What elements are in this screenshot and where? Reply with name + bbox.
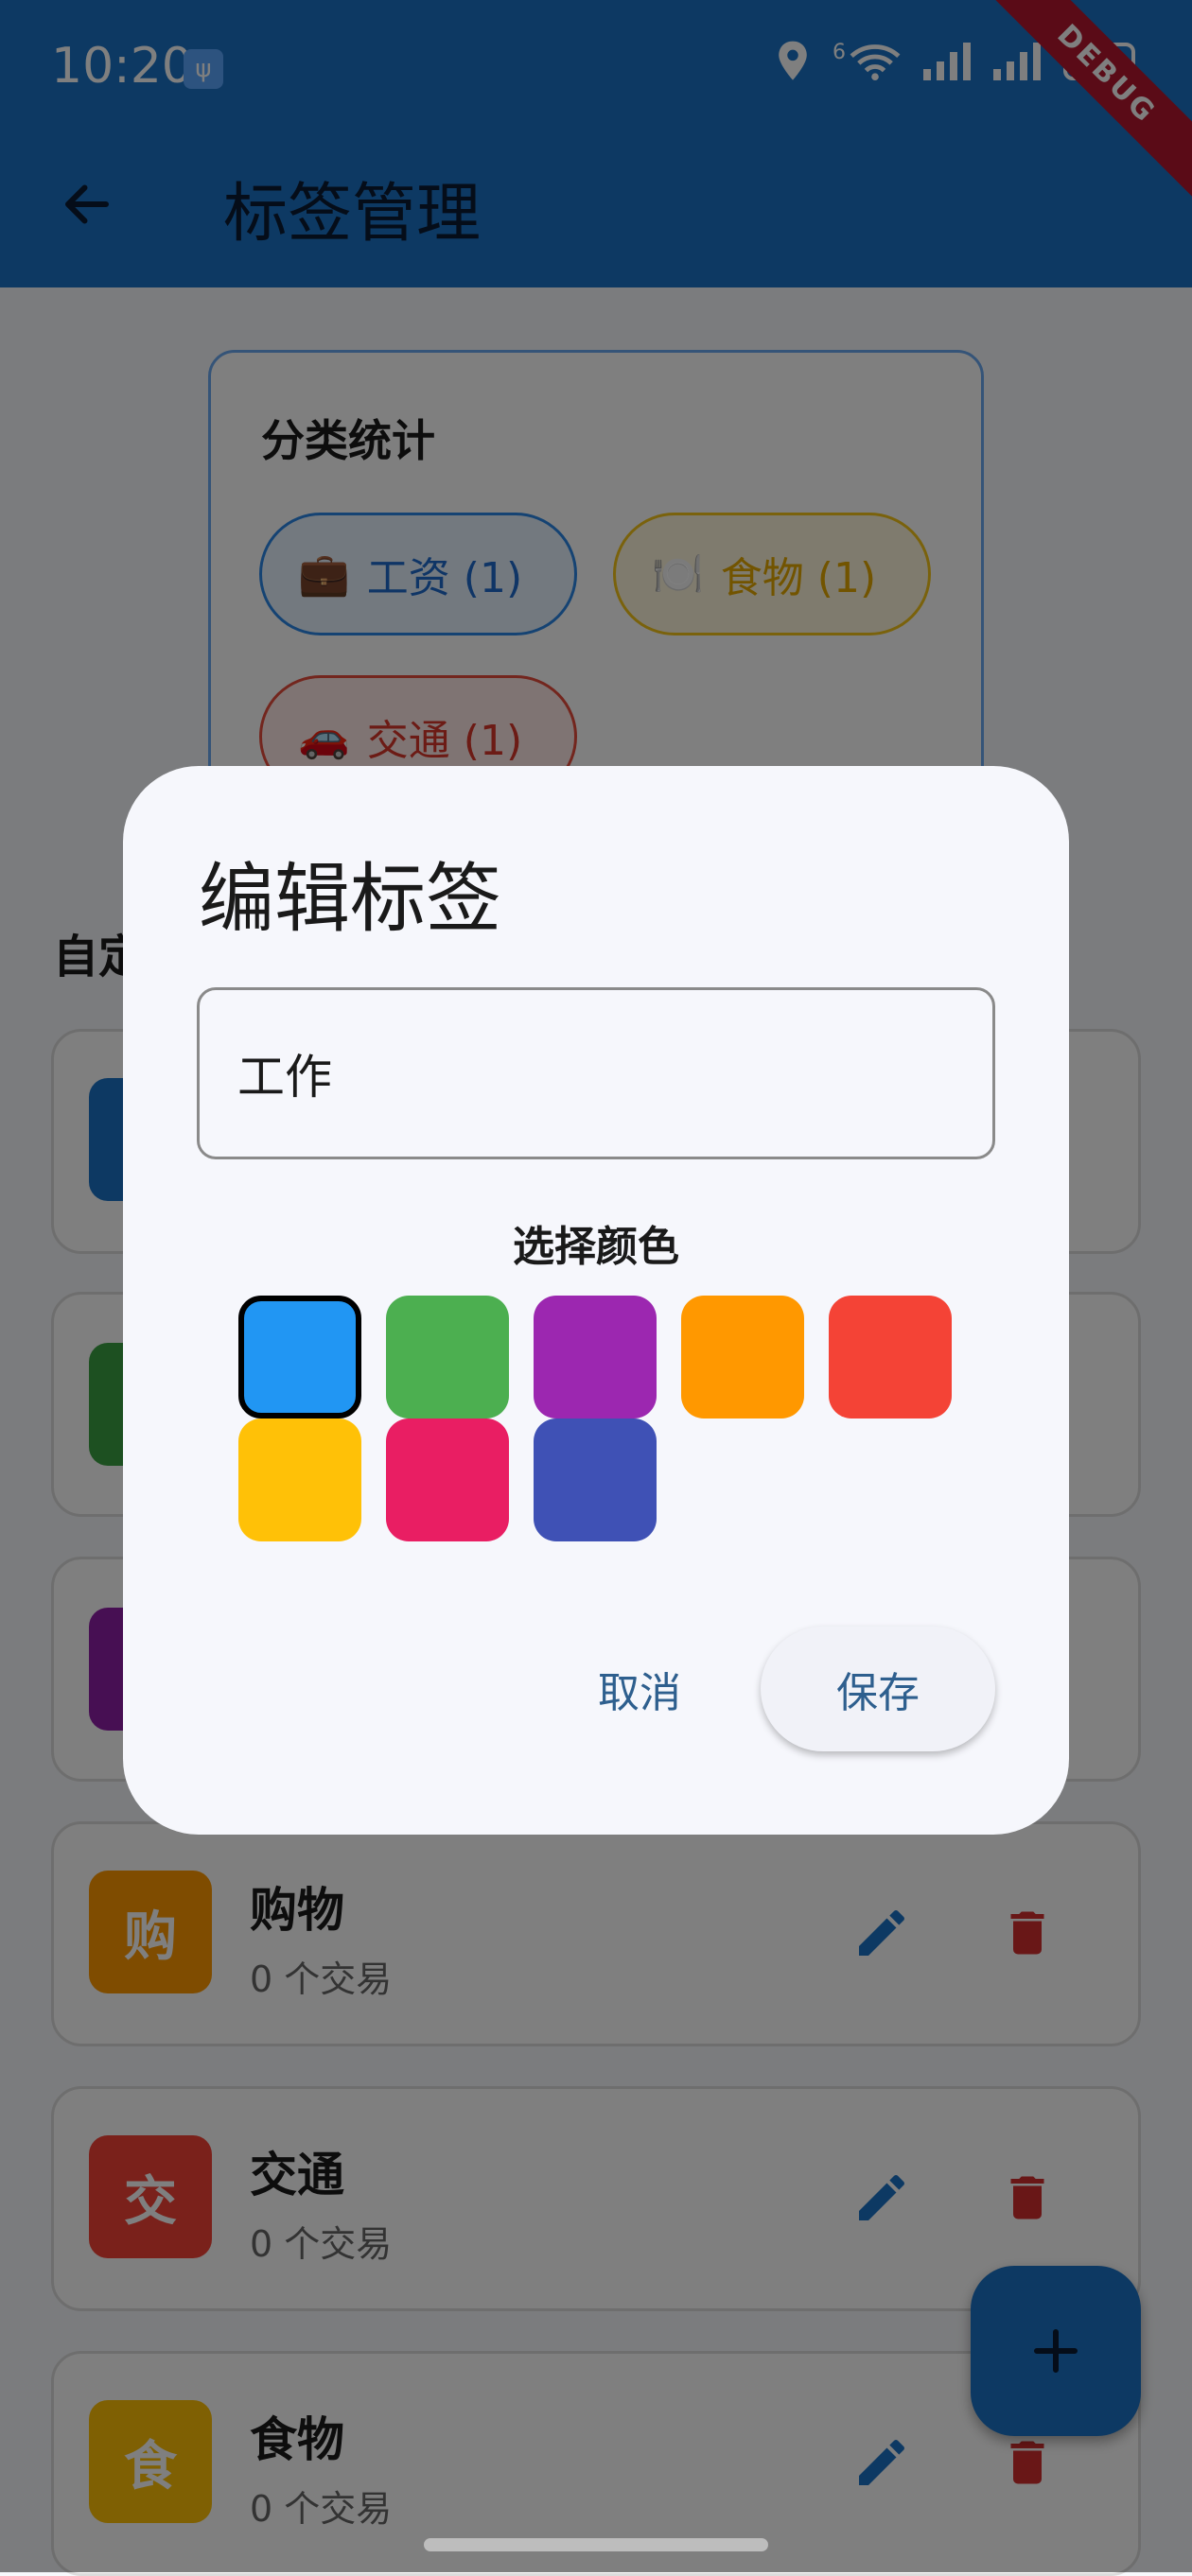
color-swatch-red[interactable] bbox=[829, 1296, 952, 1419]
color-swatch-amber[interactable] bbox=[238, 1419, 361, 1541]
cancel-button[interactable]: 取消 bbox=[573, 1627, 706, 1751]
color-picker-label: 选择颜色 bbox=[513, 1223, 679, 1271]
color-swatch-orange[interactable] bbox=[681, 1296, 804, 1419]
color-swatch-blue[interactable] bbox=[238, 1296, 361, 1419]
color-swatch-green[interactable] bbox=[386, 1296, 509, 1419]
color-swatch-pink[interactable] bbox=[386, 1419, 509, 1541]
tag-name-input[interactable] bbox=[197, 987, 995, 1159]
save-button[interactable]: 保存 bbox=[761, 1627, 995, 1751]
color-swatch-indigo[interactable] bbox=[534, 1419, 657, 1541]
color-swatch-purple[interactable] bbox=[534, 1296, 657, 1419]
dialog-title: 编辑标签 bbox=[199, 855, 501, 943]
home-indicator[interactable] bbox=[424, 2538, 768, 2551]
